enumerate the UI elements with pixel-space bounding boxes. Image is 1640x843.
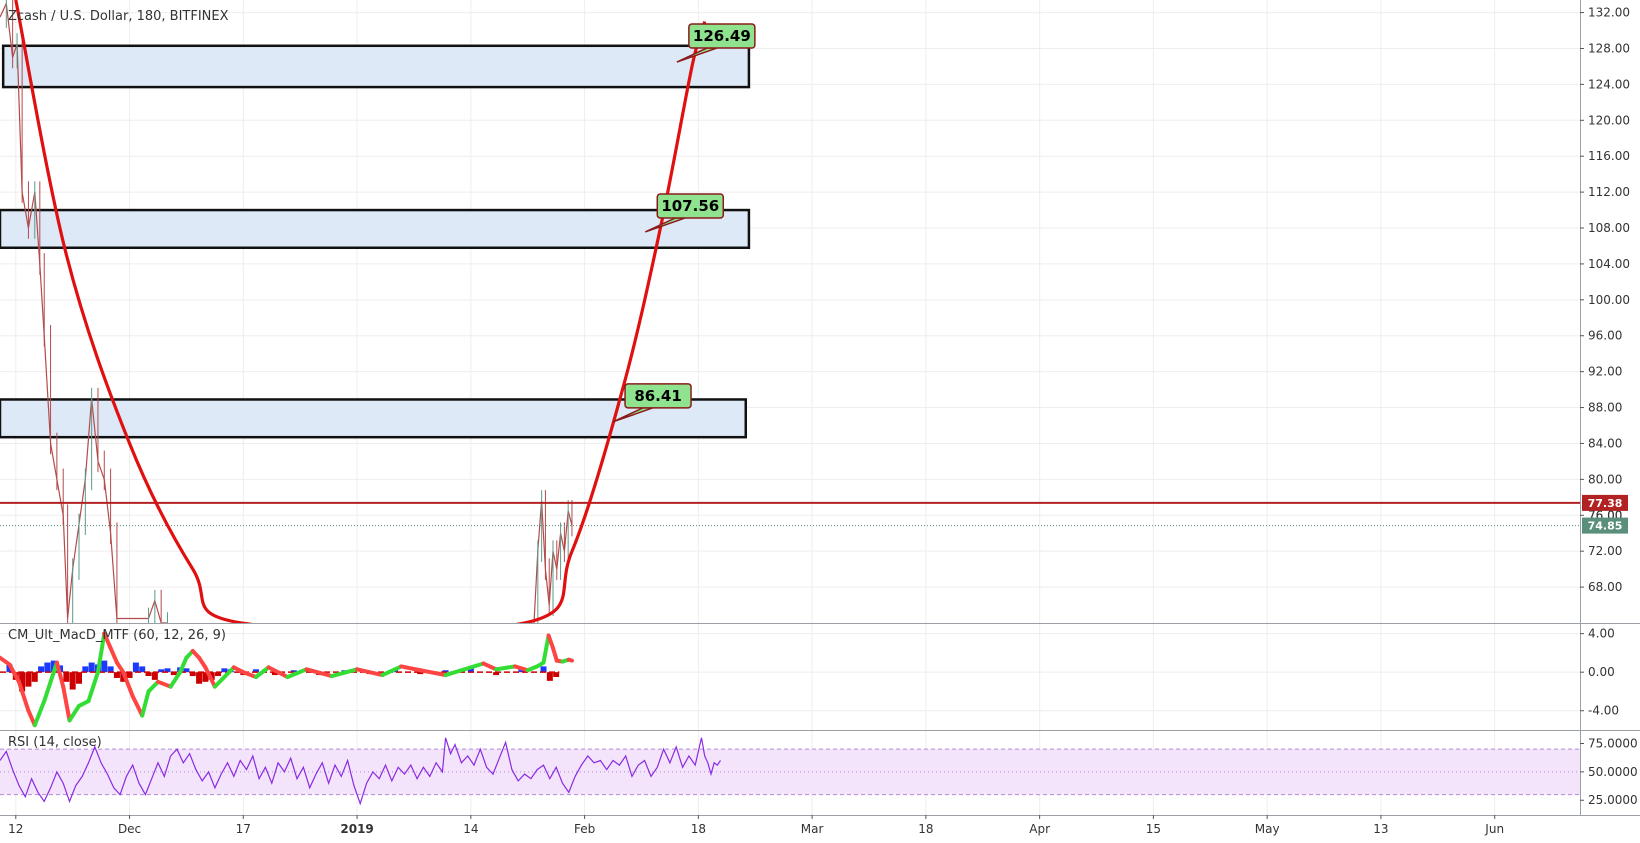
- price-tick-label: 68.00: [1588, 580, 1622, 594]
- macd-line-segment: [494, 664, 518, 672]
- macd-line-segment: [212, 675, 227, 689]
- rsi-tick-label: 25.0000: [1588, 793, 1638, 807]
- macd-histogram-bar: [25, 672, 32, 687]
- macd-line-segment: [355, 667, 385, 678]
- time-tick-label: Mar: [801, 822, 824, 836]
- price-tick-label: 88.00: [1588, 401, 1622, 415]
- price-tick-label: 108.00: [1588, 221, 1630, 235]
- resistance-zones: [0, 44, 751, 439]
- chart-root: 126.49 107.56 86.41 CM_Ult_MacD_MTF (60, 1…: [0, 0, 1640, 843]
- time-tick-label: Jun: [1484, 822, 1504, 836]
- rsi-title: RSI (14, close): [8, 735, 102, 750]
- price-tick-label: 116.00: [1588, 149, 1630, 163]
- macd-tick-label: -4.00: [1588, 704, 1619, 718]
- macd-tick-label: 0.00: [1588, 665, 1615, 679]
- price-candles: [0, 0, 573, 623]
- resistance-price-badge-text: 77.38: [1588, 497, 1623, 510]
- macd-line-segment: [418, 668, 448, 678]
- macd-line-segment: [380, 664, 404, 678]
- macd-histogram-bar: [63, 672, 70, 682]
- callout-label: 126.49: [693, 27, 751, 45]
- time-tick-label: Feb: [574, 822, 595, 836]
- macd-histogram-bar: [546, 672, 553, 681]
- macd-line-segment: [443, 665, 473, 678]
- macd-histogram-bar: [76, 672, 82, 684]
- macd-histogram-bar: [139, 666, 146, 673]
- price-tick-label: 104.00: [1588, 257, 1630, 271]
- macd-line-segment: [140, 689, 151, 718]
- macd-histogram-bar: [132, 662, 139, 673]
- macd-histogram-bar: [31, 672, 38, 682]
- callout-label: 107.56: [661, 197, 719, 215]
- price-tick-label: 72.00: [1588, 544, 1622, 558]
- price-lines: [0, 501, 1580, 527]
- time-tick-label: 2019: [340, 822, 373, 836]
- macd-line-segment: [108, 646, 119, 665]
- macd-line-segment: [67, 703, 81, 723]
- trend-curve-path: [14, 0, 707, 623]
- macd-histogram-bar: [540, 666, 547, 673]
- price-tick-label: 84.00: [1588, 436, 1622, 450]
- macd-histogram-bar: [82, 666, 89, 673]
- chart-title: Zcash / U.S. Dollar, 180, BITFINEX: [8, 9, 229, 24]
- macd-line-segment: [42, 679, 53, 704]
- price-tick-label: 120.00: [1588, 113, 1630, 127]
- price-tick-label: 128.00: [1588, 41, 1630, 55]
- macd-pane: CM_Ult_MacD_MTF (60, 12, 26, 9): [0, 628, 1580, 728]
- last-price-badge-text: 74.85: [1588, 520, 1623, 533]
- price-tick-label: 132.00: [1588, 6, 1630, 20]
- time-tick-label: May: [1255, 822, 1280, 836]
- rsi-tick-label: 75.0000: [1588, 736, 1638, 750]
- macd-line-segment: [399, 664, 423, 673]
- time-tick-label: 15: [1146, 822, 1161, 836]
- macd-histogram-bar: [101, 660, 108, 673]
- time-tick-label: Apr: [1029, 822, 1050, 836]
- macd-line-segment: [146, 679, 160, 694]
- macd-title: CM_Ult_MacD_MTF (60, 12, 26, 9): [8, 628, 226, 643]
- resistance-zone: [0, 208, 751, 250]
- macd-histogram-bar: [88, 662, 95, 673]
- macd-histogram-bar: [196, 672, 203, 684]
- macd-histogram-bar: [69, 672, 76, 690]
- time-tick-label: Dec: [118, 822, 141, 836]
- time-tick-label: 13: [1373, 822, 1388, 836]
- price-tick-label: 92.00: [1588, 365, 1622, 379]
- time-tick-label: 14: [463, 822, 478, 836]
- macd-line-segment: [285, 667, 309, 679]
- macd-tick-label: 4.00: [1588, 627, 1615, 641]
- resistance-zone: [1, 44, 751, 89]
- chart-canvas[interactable]: 126.49 107.56 86.41 CM_Ult_MacD_MTF (60, 1…: [0, 0, 1640, 843]
- macd-line-segment: [156, 679, 173, 689]
- time-tick-label: 18: [918, 822, 933, 836]
- macd-histogram-bar: [151, 672, 158, 680]
- macd-line-segment: [61, 684, 72, 723]
- time-tick-label: 18: [691, 822, 706, 836]
- macd-line-segment: [86, 670, 100, 704]
- rsi-pane: RSI (14, close): [0, 735, 1580, 806]
- trend-curve: [14, 0, 707, 623]
- macd-line-segment: [566, 657, 574, 663]
- price-tick-label: 80.00: [1588, 472, 1622, 486]
- macd-histogram-bar: [113, 672, 120, 678]
- rsi-tick-label: 50.0000: [1588, 765, 1638, 779]
- macd-histogram-bar: [107, 666, 114, 673]
- macd-line-segment: [130, 694, 145, 718]
- macd-histogram-bar: [44, 662, 51, 673]
- macd-line-segment: [32, 699, 47, 728]
- price-tick-label: 124.00: [1588, 77, 1630, 91]
- price-tick-label: 112.00: [1588, 185, 1630, 199]
- callout-label: 86.41: [634, 387, 681, 405]
- macd-histogram-bar: [126, 672, 133, 678]
- macd-histogram-bar: [38, 666, 45, 673]
- price-tick-label: 100.00: [1588, 293, 1630, 307]
- price-tick-label: 96.00: [1588, 329, 1622, 343]
- time-tick-label: 12: [8, 822, 23, 836]
- time-tick-label: 17: [236, 822, 251, 836]
- macd-line-segment: [541, 633, 551, 665]
- macd-line-segment: [481, 661, 499, 672]
